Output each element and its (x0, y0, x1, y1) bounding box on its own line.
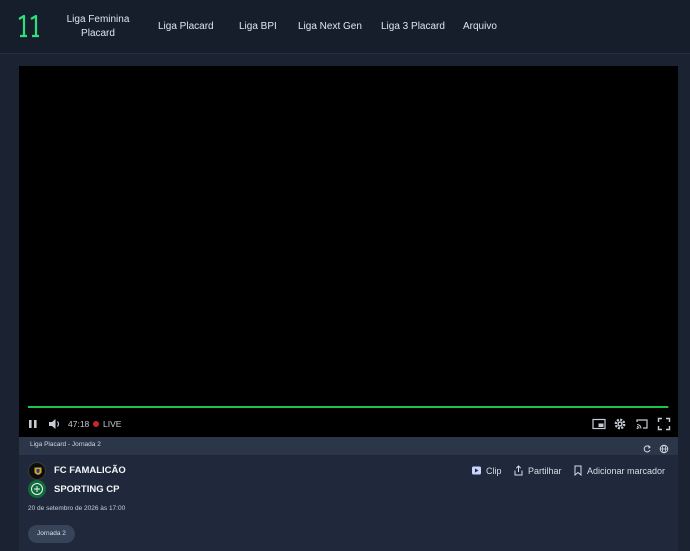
globe-icon[interactable] (659, 441, 669, 454)
elapsed-time: 47:18 (68, 419, 90, 429)
pause-icon[interactable] (27, 417, 39, 431)
progress-bar[interactable] (28, 406, 669, 408)
top-navigation-bar: Liga Feminina Placard Liga Placard Liga … (0, 0, 690, 54)
nav-liga-next-gen[interactable]: Liga Next Gen (298, 20, 362, 34)
nav-liga-bpi[interactable]: Liga BPI (239, 20, 277, 34)
famalicao-crest-icon (28, 462, 46, 480)
refresh-icon[interactable] (642, 441, 652, 453)
competition-bar: Liga Placard - Jornada 2 (19, 437, 678, 455)
nav-liga-feminina-placard[interactable]: Liga Feminina Placard (66, 13, 130, 41)
away-team-name: SPORTING CP (54, 484, 120, 495)
nav-liga-placard[interactable]: Liga Placard (158, 20, 214, 34)
share-label: Partilhar (528, 465, 562, 476)
eleven-logo-icon[interactable] (16, 14, 44, 38)
settings-gear-icon[interactable] (613, 417, 627, 431)
live-label: LIVE (103, 419, 122, 429)
home-team-name: FC FAMALICÃO (54, 465, 126, 476)
picture-in-picture-icon[interactable] (592, 417, 606, 431)
add-bookmark-button[interactable]: Adicionar marcador (573, 465, 665, 476)
live-indicator: LIVE (93, 417, 121, 431)
round-badge[interactable]: Jornada 2 (28, 525, 75, 543)
clip-label: Clip (486, 465, 502, 476)
share-button[interactable]: Partilhar (513, 465, 562, 476)
competition-round-label: Liga Placard - Jornada 2 (30, 441, 101, 448)
clip-button[interactable]: Clip (471, 465, 502, 476)
cast-icon[interactable] (635, 417, 649, 431)
fullscreen-icon[interactable] (657, 417, 671, 431)
nav-arquivo[interactable]: Arquivo (463, 20, 497, 34)
add-bookmark-label: Adicionar marcador (587, 465, 666, 476)
share-icon (514, 465, 523, 476)
volume-icon[interactable] (48, 417, 61, 431)
clip-icon (472, 466, 481, 475)
video-player[interactable]: 47:18 LIVE (19, 66, 678, 437)
match-datetime: 20 de setembro de 2026 às 17:00 (28, 505, 126, 512)
sporting-crest-icon (28, 480, 46, 498)
progress-bar-fill (28, 406, 669, 408)
match-info-panel: FC FAMALICÃO SPORTING CP 20 de setembro … (19, 455, 678, 551)
bookmark-icon (574, 465, 582, 476)
live-dot-icon (93, 421, 99, 427)
nav-liga-3-placard[interactable]: Liga 3 Placard (381, 20, 445, 34)
